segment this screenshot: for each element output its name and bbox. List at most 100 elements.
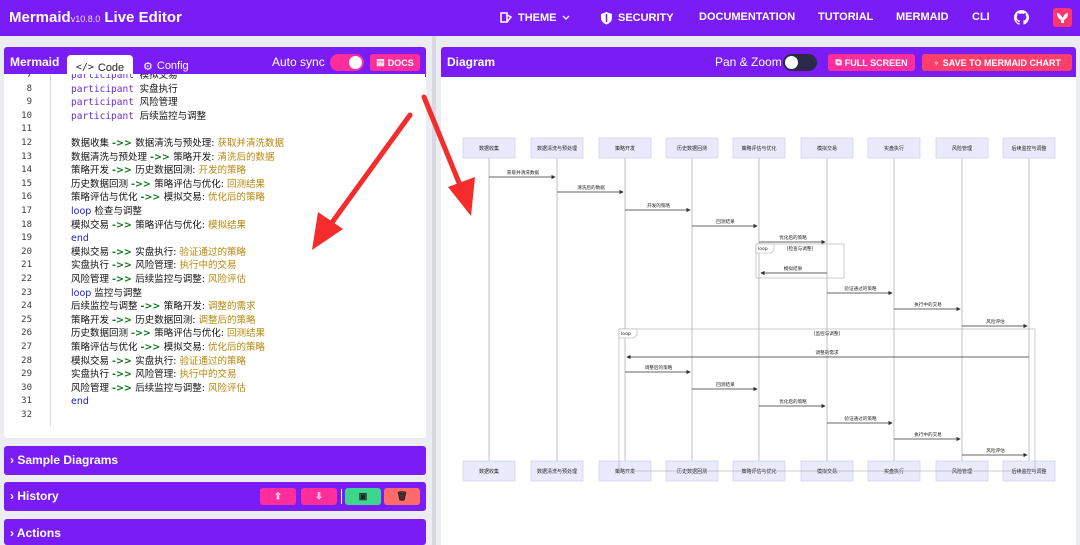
code-text: participant 实盘执行 (71, 83, 178, 97)
line-number: 30 (21, 382, 32, 393)
full-screen-button[interactable]: ⧉ FULL SCREEN (828, 54, 915, 71)
history-upload-button[interactable]: ⇪ (260, 488, 296, 505)
line-number: 9 (26, 97, 32, 108)
actor-label-top: 实盘执行 (884, 145, 904, 152)
code-line[interactable]: 17 loop 检查与调整 (4, 205, 425, 219)
docs-button[interactable]: ▤ DOCS (370, 54, 420, 71)
code-token: 实盘执行: (135, 246, 180, 258)
sequence-diagram: 数据收集数据收集数据清洗与预处理数据清洗与预处理策略开发策略开发历史数据回测历史… (462, 137, 1056, 482)
history-section[interactable]: › History ⇪ ⇩ ▣ 🗑 (4, 482, 426, 511)
code-line[interactable]: 26 历史数据回测 ->> 策略评估与优化: 回测结果 (4, 327, 425, 341)
history-save-button[interactable]: ▣ (345, 488, 381, 505)
nav-theme[interactable]: THEME (499, 11, 570, 24)
code-line[interactable]: 20 模拟交易 ->> 实盘执行: 验证通过的策略 (4, 246, 425, 260)
panel-resize-handle[interactable] (432, 36, 436, 545)
save-to-mermaid-chart-button[interactable]: ♆ SAVE TO MERMAID CHART (922, 54, 1072, 71)
code-line[interactable]: 9 participant 风险管理 (4, 96, 425, 110)
code-line[interactable]: 16 策略评估与优化 ->> 模拟交易: 优化后的策略 (4, 191, 425, 205)
code-line[interactable]: 23 loop 监控与调整 (4, 287, 425, 301)
code-token: participant (71, 97, 140, 109)
code-line[interactable]: 31 end (4, 395, 425, 409)
nav-theme-label: THEME (518, 11, 557, 24)
line-number: 23 (21, 287, 32, 298)
version-label: v10.8.0 (70, 14, 101, 24)
code-token: ->> (112, 260, 136, 272)
actor-label-top: 数据清洗与预处理 (537, 145, 577, 152)
code-text: 策略评估与优化 ->> 模拟交易: 优化后的策略 (71, 191, 265, 205)
tab-config-label: Config (156, 60, 189, 72)
code-token: 策略开发: (163, 301, 208, 313)
full-screen-label: FULL SCREEN (844, 57, 908, 68)
auto-sync-toggle[interactable] (330, 54, 364, 71)
mermaid-chart-logo-icon[interactable] (1053, 8, 1072, 27)
code-line[interactable]: 8 participant 实盘执行 (4, 83, 425, 97)
app-brand[interactable]: Mermaidv10.8.0 Live Editor (9, 9, 182, 26)
code-token: ->> (140, 192, 164, 204)
nav-security[interactable]: SECURITY (600, 11, 674, 25)
code-line[interactable]: 28 模拟交易 ->> 实盘执行: 验证通过的策略 (4, 355, 425, 369)
code-line[interactable]: 13 数据清洗与预处理 ->> 策略开发: 清洗后的数据 (4, 151, 425, 165)
code-line[interactable]: 19 end (4, 232, 425, 246)
code-line[interactable]: 29 实盘执行 ->> 风险管理: 执行中的交易 (4, 368, 425, 382)
pan-zoom-label: Pan & Zoom (715, 55, 782, 69)
code-line[interactable]: 15 历史数据回测 ->> 策略评估与优化: 回测结果 (4, 178, 425, 192)
code-token: ->> (112, 274, 136, 285)
code-token: 后续监控与调整 (71, 301, 141, 313)
chevron-right-icon: › (10, 526, 14, 540)
code-token: 模拟结果 (207, 219, 246, 231)
nav-mermaid[interactable]: MERMAID (896, 11, 949, 23)
code-text: 实盘执行 ->> 风险管理: 执行中的交易 (71, 259, 236, 273)
code-token: 开发的策略 (198, 165, 246, 177)
diagram-canvas[interactable]: 数据收集 数据收集 数据清洗与预处理 数据清洗与预处理 策略开发 策略开发 历史数据回测 历史… (441, 78, 1076, 545)
code-line[interactable]: 25 策略开发 ->> 历史数据回测: 调整后的策略 (4, 314, 425, 328)
actor-label-bottom: 策略开发 (615, 468, 635, 475)
code-text: end (71, 232, 89, 246)
brand-name: Mermaid (9, 9, 71, 26)
actor-label-bottom: 数据清洗与预处理 (537, 468, 577, 475)
code-line[interactable]: 14 策略开发 ->> 历史数据回测: 开发的策略 (4, 164, 425, 178)
code-line[interactable]: 22 风险管理 ->> 后续监控与调整: 风险评估 (4, 273, 425, 287)
history-download-button[interactable]: ⇩ (301, 488, 337, 505)
save-icon: ▣ (358, 491, 368, 501)
trash-icon: 🗑 (396, 491, 408, 501)
gears-icon: ⚙ (143, 60, 153, 73)
code-token: 实盘执行 (71, 260, 113, 272)
tab-config[interactable]: ⚙ Config (143, 57, 189, 75)
code-line[interactable]: 18 模拟交易 ->> 策略评估与优化: 模拟结果 (4, 219, 425, 233)
nav-cli[interactable]: CLI (972, 11, 990, 23)
code-token: 实盘执行 (71, 369, 113, 381)
code-line[interactable]: 7 participant 模拟交易 (4, 74, 425, 83)
code-line[interactable]: 12 数据收集 ->> 数据清洗与预处理: 获取并清洗数据 (4, 137, 425, 151)
code-token: 优化后的策略 (207, 342, 265, 353)
code-token: participant (71, 110, 140, 122)
code-line[interactable]: 21 实盘执行 ->> 风险管理: 执行中的交易 (4, 259, 425, 273)
code-token: 执行中的交易 (179, 369, 237, 381)
code-line[interactable]: 32 (4, 409, 425, 423)
line-number: 26 (21, 328, 32, 339)
nav-tutorial[interactable]: TUTORIAL (818, 11, 873, 23)
code-line[interactable]: 10 participant 后续监控与调整 (4, 110, 425, 124)
code-line[interactable]: 30 风险管理 ->> 后续监控与调整: 风险评估 (4, 382, 425, 396)
code-text: 历史数据回测 ->> 策略评估与优化: 回测结果 (71, 327, 265, 341)
actor-label-top: 策略评估与优化 (741, 145, 776, 152)
actions-section[interactable]: › Actions (4, 519, 426, 545)
pan-zoom-toggle[interactable] (783, 54, 817, 71)
history-delete-button[interactable]: 🗑 (384, 488, 420, 505)
actor-label-bottom: 风险管理 (952, 468, 972, 475)
sample-diagrams-section[interactable]: › Sample Diagrams (4, 446, 426, 475)
code-token: 数据收集 (71, 138, 113, 149)
code-token: 模拟交易 (71, 355, 113, 367)
code-token: 模拟交易: (163, 192, 208, 204)
code-token: 策略开发: (173, 151, 218, 163)
mermaid-chart-icon: ♆ (933, 57, 940, 68)
github-icon[interactable] (1014, 10, 1029, 25)
shield-icon (601, 12, 612, 25)
line-number: 28 (21, 355, 32, 366)
code-line[interactable]: 27 策略评估与优化 ->> 模拟交易: 优化后的策略 (4, 341, 425, 355)
code-token: 检查与调整 (94, 206, 142, 217)
code-editor[interactable]: 7 participant 模拟交易 8 participant 实盘执行 9 parti… (4, 74, 425, 426)
code-line[interactable]: 24 后续监控与调整 ->> 策略开发: 调整的需求 (4, 300, 425, 314)
code-line[interactable]: 11 (4, 123, 425, 137)
code-token: 调整后的策略 (198, 314, 256, 326)
nav-documentation[interactable]: DOCUMENTATION (699, 11, 795, 23)
